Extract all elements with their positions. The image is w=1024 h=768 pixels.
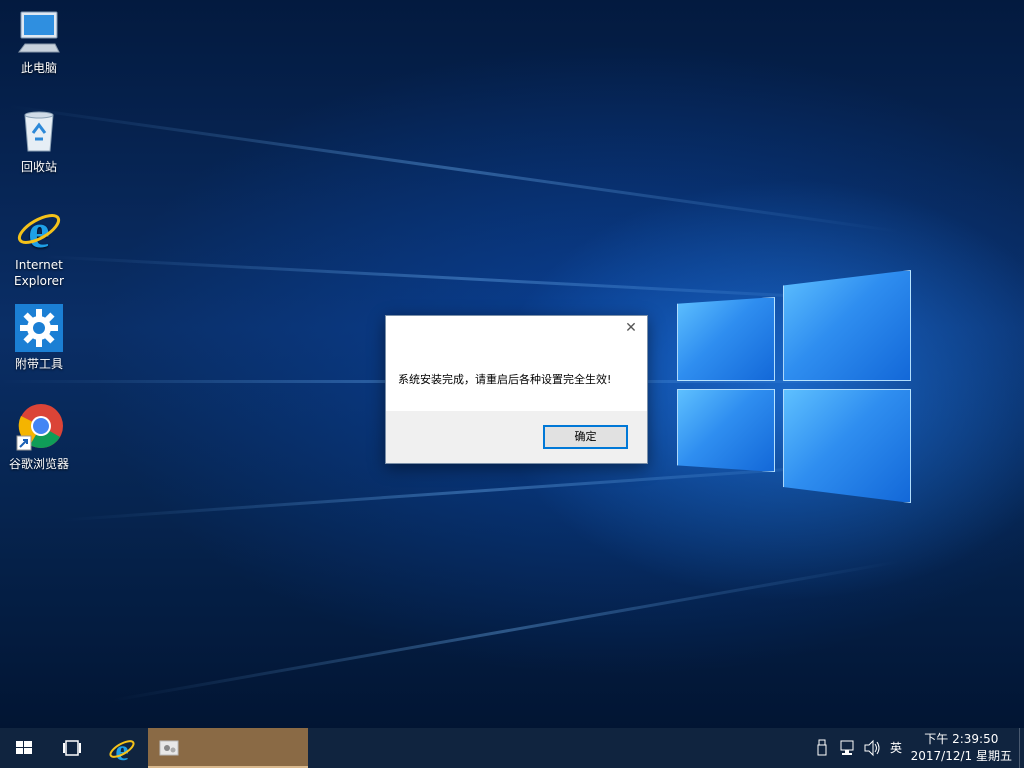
task-view-icon [63, 740, 81, 756]
usb-icon [817, 739, 827, 756]
taskbar-clock[interactable]: 下午 2:39:50 2017/12/1 星期五 [911, 731, 1012, 765]
windows-logo-pane [783, 270, 911, 381]
desktop-icon-label: 附带工具 [14, 357, 63, 371]
light-beam [41, 254, 901, 303]
recycle-bin-icon [15, 107, 63, 155]
start-button[interactable] [0, 728, 48, 768]
message-dialog: ✕ 系统安装完成，请重启后各种设置完全生效! 确定 [385, 315, 648, 464]
desktop-icon-this-pc[interactable]: 此电脑 [4, 8, 74, 76]
desktop-icon-recycle-bin[interactable]: 回收站 [4, 107, 74, 175]
clock-date: 2017/12/1 星期五 [910, 749, 1012, 763]
desktop-icon-chrome[interactable]: 谷歌浏览器 [4, 404, 74, 472]
taskbar-ie-button[interactable]: e [98, 728, 146, 768]
desktop-icon-accessories[interactable]: 附带工具 [4, 304, 74, 372]
windows-logo-pane [783, 389, 911, 503]
internet-explorer-icon: e [109, 734, 135, 767]
network-tray-button[interactable] [838, 728, 858, 768]
light-beam [8, 104, 901, 233]
installer-app-icon [159, 740, 179, 756]
desktop-icon-internet-explorer[interactable]: e Internet Explorer [4, 205, 74, 289]
ime-indicator[interactable]: 英 [887, 728, 905, 768]
task-view-button[interactable] [48, 728, 96, 768]
taskbar-active-app[interactable] [148, 728, 308, 768]
desktop-icon-label: 回收站 [20, 160, 57, 174]
volume-tray-button[interactable] [862, 728, 882, 768]
svg-text:e: e [28, 205, 49, 253]
computer-icon [15, 8, 63, 56]
gear-icon [15, 304, 63, 352]
usb-tray-button[interactable] [814, 728, 830, 768]
close-icon[interactable]: ✕ [623, 320, 639, 336]
dialog-footer: 确定 [386, 411, 647, 463]
desktop-icon-label: 谷歌浏览器 [8, 457, 69, 471]
desktop-icon-label: 此电脑 [20, 61, 57, 75]
desktop-icon-label: Internet Explorer [14, 258, 64, 288]
internet-explorer-icon: e [15, 205, 63, 258]
windows-logo-pane [677, 297, 775, 381]
clock-time: 下午 2:39:50 [924, 732, 999, 746]
chrome-icon [15, 404, 63, 452]
ok-button[interactable]: 确定 [543, 425, 628, 449]
svg-text:e: e [115, 734, 128, 767]
volume-icon [864, 739, 880, 757]
windows-start-icon [16, 741, 32, 754]
dialog-message: 系统安装完成，请重启后各种设置完全生效! [398, 373, 612, 386]
windows-logo-pane [677, 389, 775, 472]
show-desktop-button[interactable] [1019, 728, 1024, 768]
light-beam [111, 560, 901, 702]
taskbar: e 英 下午 2:39:50 2017/12/1 星期五 [0, 728, 1024, 768]
network-icon [840, 740, 854, 755]
